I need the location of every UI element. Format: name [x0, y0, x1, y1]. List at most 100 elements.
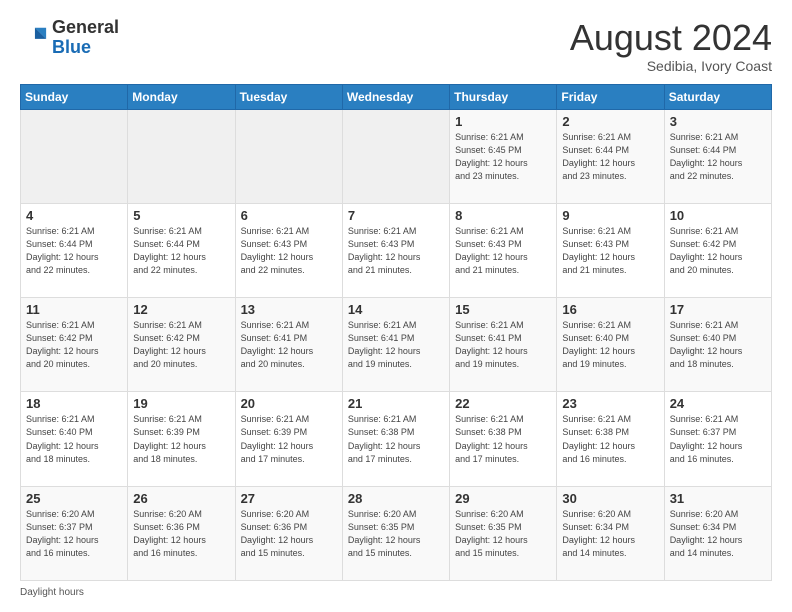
calendar-cell: 11 Sunrise: 6:21 AMSunset: 6:42 PMDayligh…	[21, 298, 128, 392]
calendar-cell: 18 Sunrise: 6:21 AMSunset: 6:40 PMDayligh…	[21, 392, 128, 486]
day-info: Sunrise: 6:21 AMSunset: 6:44 PMDaylight:…	[133, 225, 229, 277]
calendar-header-tuesday: Tuesday	[235, 84, 342, 109]
footer: Daylight hours	[20, 587, 772, 598]
calendar-header-row: SundayMondayTuesdayWednesdayThursdayFrid…	[21, 84, 772, 109]
day-info: Sunrise: 6:21 AMSunset: 6:37 PMDaylight:…	[670, 413, 766, 465]
day-number: 13	[241, 302, 337, 317]
daylight-label: Daylight hours	[20, 587, 84, 598]
day-number: 26	[133, 491, 229, 506]
day-number: 12	[133, 302, 229, 317]
calendar-cell: 10 Sunrise: 6:21 AMSunset: 6:42 PMDayligh…	[664, 203, 771, 297]
calendar-cell: 25Sunrise: 6:20 AMSunset: 6:37 PMDayligh…	[21, 486, 128, 580]
calendar-cell: 19Sunrise: 6:21 AMSunset: 6:39 PMDayligh…	[128, 392, 235, 486]
day-number: 11	[26, 302, 122, 317]
calendar-cell	[342, 109, 449, 203]
day-info: Sunrise: 6:21 AMSunset: 6:38 PMDaylight:…	[455, 413, 551, 465]
day-info: Sunrise: 6:21 AMSunset: 6:39 PMDaylight:…	[133, 413, 229, 465]
calendar-cell: 20 Sunrise: 6:21 AMSunset: 6:39 PMDayligh…	[235, 392, 342, 486]
day-number: 30	[562, 491, 658, 506]
calendar-cell: 31Sunrise: 6:20 AMSunset: 6:34 PMDayligh…	[664, 486, 771, 580]
header: General Blue August 2024 Sedibia, Ivory …	[20, 18, 772, 74]
day-info: Sunrise: 6:21 AMSunset: 6:38 PMDaylight:…	[562, 413, 658, 465]
calendar-cell: 28 Sunrise: 6:20 AMSunset: 6:35 PMDayligh…	[342, 486, 449, 580]
day-info: Sunrise: 6:20 AMSunset: 6:34 PMDaylight:…	[670, 508, 766, 560]
day-info: Sunrise: 6:20 AMSunset: 6:34 PMDaylight:…	[562, 508, 658, 560]
logo-text: General Blue	[52, 18, 119, 58]
calendar-cell: 27Sunrise: 6:20 AMSunset: 6:36 PMDayligh…	[235, 486, 342, 580]
day-info: Sunrise: 6:21 AMSunset: 6:43 PMDaylight:…	[348, 225, 444, 277]
calendar-cell: 3 Sunrise: 6:21 AMSunset: 6:44 PMDaylight…	[664, 109, 771, 203]
calendar-week-4: 18 Sunrise: 6:21 AMSunset: 6:40 PMDayligh…	[21, 392, 772, 486]
title-block: August 2024 Sedibia, Ivory Coast	[570, 18, 772, 74]
day-info: Sunrise: 6:21 AMSunset: 6:42 PMDaylight:…	[133, 319, 229, 371]
calendar-cell: 30 Sunrise: 6:20 AMSunset: 6:34 PMDayligh…	[557, 486, 664, 580]
day-info: Sunrise: 6:21 AMSunset: 6:42 PMDaylight:…	[26, 319, 122, 371]
day-info: Sunrise: 6:20 AMSunset: 6:35 PMDaylight:…	[348, 508, 444, 560]
month-year: August 2024	[570, 18, 772, 58]
calendar-cell: 7Sunrise: 6:21 AMSunset: 6:43 PMDaylight…	[342, 203, 449, 297]
day-info: Sunrise: 6:21 AMSunset: 6:41 PMDaylight:…	[241, 319, 337, 371]
calendar-cell: 16Sunrise: 6:21 AMSunset: 6:40 PMDayligh…	[557, 298, 664, 392]
calendar-cell: 24 Sunrise: 6:21 AMSunset: 6:37 PMDayligh…	[664, 392, 771, 486]
day-info: Sunrise: 6:20 AMSunset: 6:36 PMDaylight:…	[133, 508, 229, 560]
calendar-cell: 6Sunrise: 6:21 AMSunset: 6:43 PMDaylight…	[235, 203, 342, 297]
calendar-header-friday: Friday	[557, 84, 664, 109]
calendar-cell: 12 Sunrise: 6:21 AMSunset: 6:42 PMDayligh…	[128, 298, 235, 392]
logo-general: General	[52, 17, 119, 37]
logo-blue: Blue	[52, 37, 91, 57]
day-number: 6	[241, 208, 337, 223]
calendar-cell: 5 Sunrise: 6:21 AMSunset: 6:44 PMDaylight…	[128, 203, 235, 297]
calendar-week-1: 1Sunrise: 6:21 AMSunset: 6:45 PMDaylight…	[21, 109, 772, 203]
calendar-cell: 23Sunrise: 6:21 AMSunset: 6:38 PMDayligh…	[557, 392, 664, 486]
calendar-cell: 9 Sunrise: 6:21 AMSunset: 6:43 PMDaylight…	[557, 203, 664, 297]
day-number: 4	[26, 208, 122, 223]
calendar-cell: 14 Sunrise: 6:21 AMSunset: 6:41 PMDayligh…	[342, 298, 449, 392]
calendar-cell: 13 Sunrise: 6:21 AMSunset: 6:41 PMDayligh…	[235, 298, 342, 392]
calendar-cell: 1Sunrise: 6:21 AMSunset: 6:45 PMDaylight…	[450, 109, 557, 203]
calendar-header-sunday: Sunday	[21, 84, 128, 109]
calendar-cell: 17Sunrise: 6:21 AMSunset: 6:40 PMDayligh…	[664, 298, 771, 392]
day-number: 29	[455, 491, 551, 506]
day-number: 24	[670, 396, 766, 411]
calendar-header-monday: Monday	[128, 84, 235, 109]
day-info: Sunrise: 6:21 AMSunset: 6:40 PMDaylight:…	[26, 413, 122, 465]
day-info: Sunrise: 6:21 AMSunset: 6:41 PMDaylight:…	[348, 319, 444, 371]
calendar-header-saturday: Saturday	[664, 84, 771, 109]
day-number: 5	[133, 208, 229, 223]
page: General Blue August 2024 Sedibia, Ivory …	[0, 0, 792, 612]
day-number: 20	[241, 396, 337, 411]
day-number: 17	[670, 302, 766, 317]
logo-icon	[20, 24, 48, 52]
day-info: Sunrise: 6:20 AMSunset: 6:37 PMDaylight:…	[26, 508, 122, 560]
calendar-week-3: 11 Sunrise: 6:21 AMSunset: 6:42 PMDayligh…	[21, 298, 772, 392]
calendar-cell: 29 Sunrise: 6:20 AMSunset: 6:35 PMDayligh…	[450, 486, 557, 580]
day-number: 10	[670, 208, 766, 223]
calendar-header-wednesday: Wednesday	[342, 84, 449, 109]
day-number: 9	[562, 208, 658, 223]
day-info: Sunrise: 6:20 AMSunset: 6:35 PMDaylight:…	[455, 508, 551, 560]
day-number: 18	[26, 396, 122, 411]
day-number: 3	[670, 114, 766, 129]
day-number: 14	[348, 302, 444, 317]
day-info: Sunrise: 6:21 AMSunset: 6:41 PMDaylight:…	[455, 319, 551, 371]
calendar-cell	[235, 109, 342, 203]
day-info: Sunrise: 6:21 AMSunset: 6:40 PMDaylight:…	[562, 319, 658, 371]
day-info: Sunrise: 6:21 AMSunset: 6:44 PMDaylight:…	[562, 131, 658, 183]
day-info: Sunrise: 6:21 AMSunset: 6:44 PMDaylight:…	[670, 131, 766, 183]
calendar-cell: 2Sunrise: 6:21 AMSunset: 6:44 PMDaylight…	[557, 109, 664, 203]
calendar-header-thursday: Thursday	[450, 84, 557, 109]
day-number: 28	[348, 491, 444, 506]
calendar-cell: 21 Sunrise: 6:21 AMSunset: 6:38 PMDayligh…	[342, 392, 449, 486]
day-info: Sunrise: 6:21 AMSunset: 6:39 PMDaylight:…	[241, 413, 337, 465]
calendar-cell	[21, 109, 128, 203]
day-number: 21	[348, 396, 444, 411]
day-info: Sunrise: 6:21 AMSunset: 6:43 PMDaylight:…	[562, 225, 658, 277]
calendar-cell: 8Sunrise: 6:21 AMSunset: 6:43 PMDaylight…	[450, 203, 557, 297]
location: Sedibia, Ivory Coast	[570, 58, 772, 74]
day-info: Sunrise: 6:21 AMSunset: 6:38 PMDaylight:…	[348, 413, 444, 465]
logo: General Blue	[20, 18, 119, 58]
calendar-cell: 4Sunrise: 6:21 AMSunset: 6:44 PMDaylight…	[21, 203, 128, 297]
day-info: Sunrise: 6:21 AMSunset: 6:42 PMDaylight:…	[670, 225, 766, 277]
day-number: 8	[455, 208, 551, 223]
day-number: 27	[241, 491, 337, 506]
